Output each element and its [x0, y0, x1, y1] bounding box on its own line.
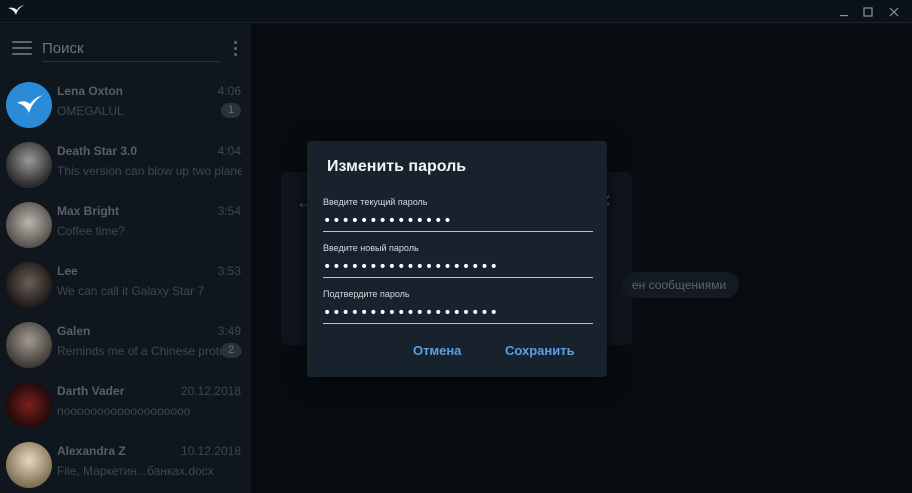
chat-name: Lena Oxton	[57, 84, 124, 98]
chat-list-item[interactable]: Alexandra Z 10.12.2018 File, Маркетин...…	[0, 436, 251, 493]
new-password-field: Введите новый пароль	[323, 243, 593, 278]
field-label: Подтвердите пароль	[323, 289, 410, 299]
chat-list-item[interactable]: Lee 3:53 We can call it Galaxy Star 7	[0, 256, 251, 316]
confirm-password-field: Подтвердите пароль	[323, 289, 593, 324]
minimize-icon[interactable]	[832, 0, 856, 23]
chat-time: 4:04	[217, 144, 241, 158]
chat-list-item[interactable]: Max Bright 3:54 Coffee time?	[0, 196, 251, 256]
chat-name: Death Star 3.0	[57, 144, 138, 158]
close-icon[interactable]	[882, 0, 906, 23]
cancel-button[interactable]: Отмена	[413, 343, 461, 358]
chat-name: Alexandra Z	[57, 444, 126, 458]
dialog-title: Изменить пароль	[327, 158, 467, 175]
hamburger-menu-icon[interactable]	[12, 41, 32, 57]
chat-list-item[interactable]: Galen 3:49 Reminds me of a Chinese proto…	[0, 316, 251, 376]
avatar	[6, 202, 52, 248]
chat-time: 3:53	[217, 264, 241, 278]
chat-name: Lee	[57, 264, 78, 278]
avatar	[6, 262, 52, 308]
field-label: Введите текущий пароль	[323, 197, 428, 207]
chat-preview: OMEGALUL	[57, 104, 124, 118]
chat-preview: This version can blow up two planets	[57, 164, 242, 178]
confirm-password-input[interactable]	[323, 302, 593, 324]
search-row	[0, 24, 251, 76]
chat-preview: nooooooooooooooooooo	[57, 404, 191, 418]
chat-time: 3:54	[217, 204, 241, 218]
chat-preview: Coffee time?	[57, 224, 125, 238]
save-button[interactable]: Сохранить	[505, 343, 575, 358]
more-vertical-icon[interactable]	[234, 41, 238, 57]
avatar	[6, 442, 52, 488]
chat-name: Darth Vader	[57, 384, 125, 398]
chat-time: 10.12.2018	[180, 444, 241, 458]
title-bar	[0, 0, 912, 23]
current-password-input[interactable]	[323, 210, 593, 232]
chat-list-item[interactable]: Lena Oxton 4:06 OMEGALUL 1	[0, 76, 251, 136]
chat-list-item[interactable]: Death Star 3.0 4:04 This version can blo…	[0, 136, 251, 196]
chat-time: 20.12.2018	[180, 384, 241, 398]
chat-preview: Reminds me of a Chinese prototype	[57, 344, 242, 358]
chat-sidebar: Lena Oxton 4:06 OMEGALUL 1 Death Star 3.…	[0, 24, 251, 493]
change-password-dialog: Изменить пароль Введите текущий пароль В…	[307, 141, 607, 377]
unread-badge: 2	[221, 343, 241, 358]
avatar	[6, 82, 52, 128]
chat-name: Max Bright	[57, 204, 120, 218]
chat-list-item[interactable]: Darth Vader 20.12.2018 noooooooooooooooo…	[0, 376, 251, 436]
background-chip: ен сообщениями	[622, 272, 739, 298]
swift-bird-logo	[6, 1, 26, 21]
field-label: Введите новый пароль	[323, 243, 419, 253]
avatar	[6, 322, 52, 368]
current-password-field: Введите текущий пароль	[323, 197, 593, 232]
chat-name: Galen	[57, 324, 91, 338]
unread-badge: 1	[221, 103, 241, 118]
avatar	[6, 382, 52, 428]
search-input[interactable]	[42, 36, 220, 62]
maximize-icon[interactable]	[856, 0, 880, 23]
chat-time: 4:06	[217, 84, 241, 98]
new-password-input[interactable]	[323, 256, 593, 278]
chat-preview: File, Маркетин...банках.docx	[57, 464, 214, 478]
chat-preview: We can call it Galaxy Star 7	[57, 284, 205, 298]
avatar	[6, 142, 52, 188]
chat-time: 3:49	[217, 324, 241, 338]
